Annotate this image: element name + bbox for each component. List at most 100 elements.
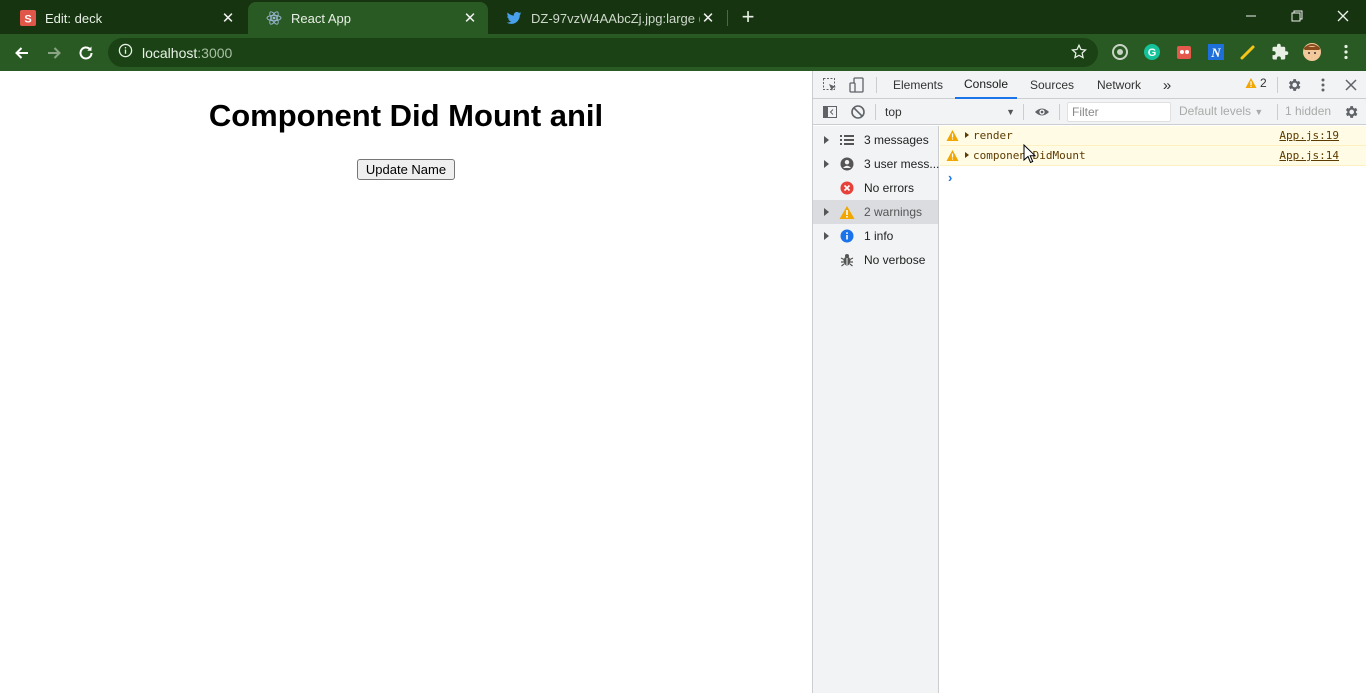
- levels-label: Default levels: [1179, 104, 1252, 118]
- warning-icon: [946, 150, 959, 161]
- sidebar-item-label: 2 warnings: [864, 205, 923, 219]
- close-devtools-icon[interactable]: [1342, 76, 1360, 94]
- toolbar-divider: [876, 77, 877, 93]
- new-tab-button[interactable]: +: [737, 4, 759, 29]
- info-icon[interactable]: [118, 43, 133, 63]
- extension-red-icon[interactable]: [1174, 42, 1194, 62]
- back-button[interactable]: [8, 39, 36, 67]
- forward-button[interactable]: [40, 39, 68, 67]
- more-tabs-button[interactable]: »: [1159, 71, 1175, 99]
- puzzle-icon[interactable]: [1270, 42, 1290, 62]
- sidebar-item-warnings[interactable]: 2 warnings: [813, 200, 938, 224]
- page-heading: Component Did Mount anil: [208, 98, 604, 133]
- tab-separator: [727, 10, 728, 26]
- clear-console-icon[interactable]: [849, 103, 867, 121]
- context-select[interactable]: top ▼: [885, 103, 1017, 121]
- expand-triangle-icon[interactable]: [824, 232, 829, 240]
- tab-strip: S Edit: deck ✕ React App ✕ DZ-97vzW4AAbc…: [0, 0, 1366, 34]
- mouse-cursor-icon: [1023, 144, 1037, 164]
- console-sidebar: 3 messages 3 user mess... No errors 2 wa…: [813, 126, 939, 693]
- warning-icon: [946, 130, 959, 141]
- tab-twitter-image[interactable]: DZ-97vzW4AAbcZj.jpg:large (167 ✕: [488, 2, 726, 34]
- device-toolbar-icon[interactable]: [848, 76, 866, 94]
- kebab-menu-icon[interactable]: [1336, 42, 1356, 62]
- sidebar-item-label: 1 info: [864, 229, 894, 243]
- sidebar-item-errors[interactable]: No errors: [813, 176, 938, 200]
- tab-edit-deck[interactable]: S Edit: deck ✕: [2, 2, 246, 34]
- close-window-button[interactable]: [1320, 0, 1366, 32]
- pencil-icon[interactable]: [1238, 42, 1258, 62]
- extension-n-icon[interactable]: N: [1206, 42, 1226, 62]
- expand-triangle-icon[interactable]: [824, 160, 829, 168]
- url-text: localhost:3000: [142, 45, 232, 61]
- minimize-button[interactable]: [1228, 0, 1274, 32]
- tab-console[interactable]: Console: [955, 71, 1017, 99]
- expand-triangle-icon[interactable]: [824, 208, 829, 216]
- close-icon[interactable]: ✕: [220, 10, 236, 27]
- tab-title: DZ-97vzW4AAbcZj.jpg:large (167: [531, 10, 700, 26]
- log-levels-select[interactable]: Default levels ▼: [1179, 104, 1263, 118]
- console-toolbar: top ▼ Filter Default levels ▼ 1 hidden: [813, 99, 1366, 125]
- react-icon: [266, 10, 282, 26]
- source-link[interactable]: App.js:14: [1279, 149, 1339, 162]
- restore-button[interactable]: [1274, 0, 1320, 32]
- tab-title: Edit: deck: [45, 10, 103, 26]
- error-icon: [839, 180, 855, 196]
- warning-count: 2: [1260, 76, 1267, 90]
- svg-text:N: N: [1210, 45, 1221, 60]
- close-icon[interactable]: ✕: [700, 10, 716, 27]
- sidebar-item-info[interactable]: 1 info: [813, 224, 938, 248]
- warning-count-badge[interactable]: 2: [1245, 76, 1267, 90]
- source-link[interactable]: App.js:19: [1279, 129, 1339, 142]
- sidebar-item-label: 3 messages: [864, 133, 929, 147]
- expand-triangle-icon[interactable]: [965, 152, 969, 158]
- settings-gear-icon[interactable]: [1285, 76, 1303, 94]
- url-host: localhost: [142, 44, 198, 61]
- toolbar-divider: [875, 104, 876, 120]
- console-warning-row[interactable]: render App.js:19: [940, 126, 1366, 146]
- page-viewport: Component Did Mount anil Update Name: [0, 71, 812, 693]
- sidebar-item-label: 3 user mess...: [864, 157, 940, 171]
- warning-icon: [1245, 78, 1257, 88]
- console-settings-icon[interactable]: [1342, 103, 1360, 121]
- grammarly-icon[interactable]: G: [1142, 42, 1162, 62]
- sidebar-toggle-icon[interactable]: [821, 103, 839, 121]
- tab-elements[interactable]: Elements: [890, 71, 946, 99]
- warning-icon: [839, 204, 855, 220]
- slides-s-icon: S: [20, 10, 36, 26]
- toolbar-divider: [1277, 77, 1278, 93]
- tab-network[interactable]: Network: [1091, 71, 1147, 99]
- console-warning-row[interactable]: componentDidMount App.js:14: [940, 146, 1366, 166]
- tab-sources[interactable]: Sources: [1026, 71, 1078, 99]
- sidebar-item-verbose[interactable]: No verbose: [813, 248, 938, 272]
- close-icon[interactable]: ✕: [462, 10, 478, 27]
- url-port: :3000: [197, 44, 233, 61]
- sidebar-item-user-messages[interactable]: 3 user mess...: [813, 152, 940, 176]
- list-icon: [839, 132, 855, 148]
- address-bar[interactable]: localhost:3000: [108, 38, 1098, 67]
- inspect-element-icon[interactable]: [821, 76, 839, 94]
- chevron-down-icon: ▼: [1254, 107, 1264, 117]
- avatar[interactable]: [1302, 42, 1322, 62]
- eye-icon[interactable]: [1033, 103, 1051, 121]
- toolbar-divider: [1277, 104, 1278, 120]
- bookmark-star-icon[interactable]: [1070, 43, 1088, 61]
- console-prompt-icon[interactable]: ›: [948, 170, 952, 185]
- update-name-button[interactable]: Update Name: [357, 159, 455, 180]
- twitter-icon: [506, 10, 522, 26]
- sidebar-item-messages[interactable]: 3 messages: [813, 128, 938, 152]
- kebab-menu-icon[interactable]: [1314, 76, 1332, 94]
- filter-input[interactable]: Filter: [1067, 102, 1171, 122]
- expand-triangle-icon[interactable]: [824, 136, 829, 144]
- info-icon: [839, 228, 855, 244]
- svg-text:S: S: [24, 14, 31, 26]
- toolbar-divider: [1023, 104, 1024, 120]
- reload-button[interactable]: [72, 39, 100, 67]
- tab-react-app[interactable]: React App ✕: [248, 2, 488, 34]
- console-output: render App.js:19 componentDidMount App.j…: [940, 126, 1366, 693]
- extension-circle-icon[interactable]: [1110, 42, 1130, 62]
- svg-text:G: G: [1148, 47, 1157, 59]
- expand-triangle-icon[interactable]: [965, 132, 969, 138]
- devtools-panel: Elements Console Sources Network » 2 top…: [812, 71, 1366, 693]
- devtools-tab-bar: Elements Console Sources Network » 2: [813, 71, 1366, 99]
